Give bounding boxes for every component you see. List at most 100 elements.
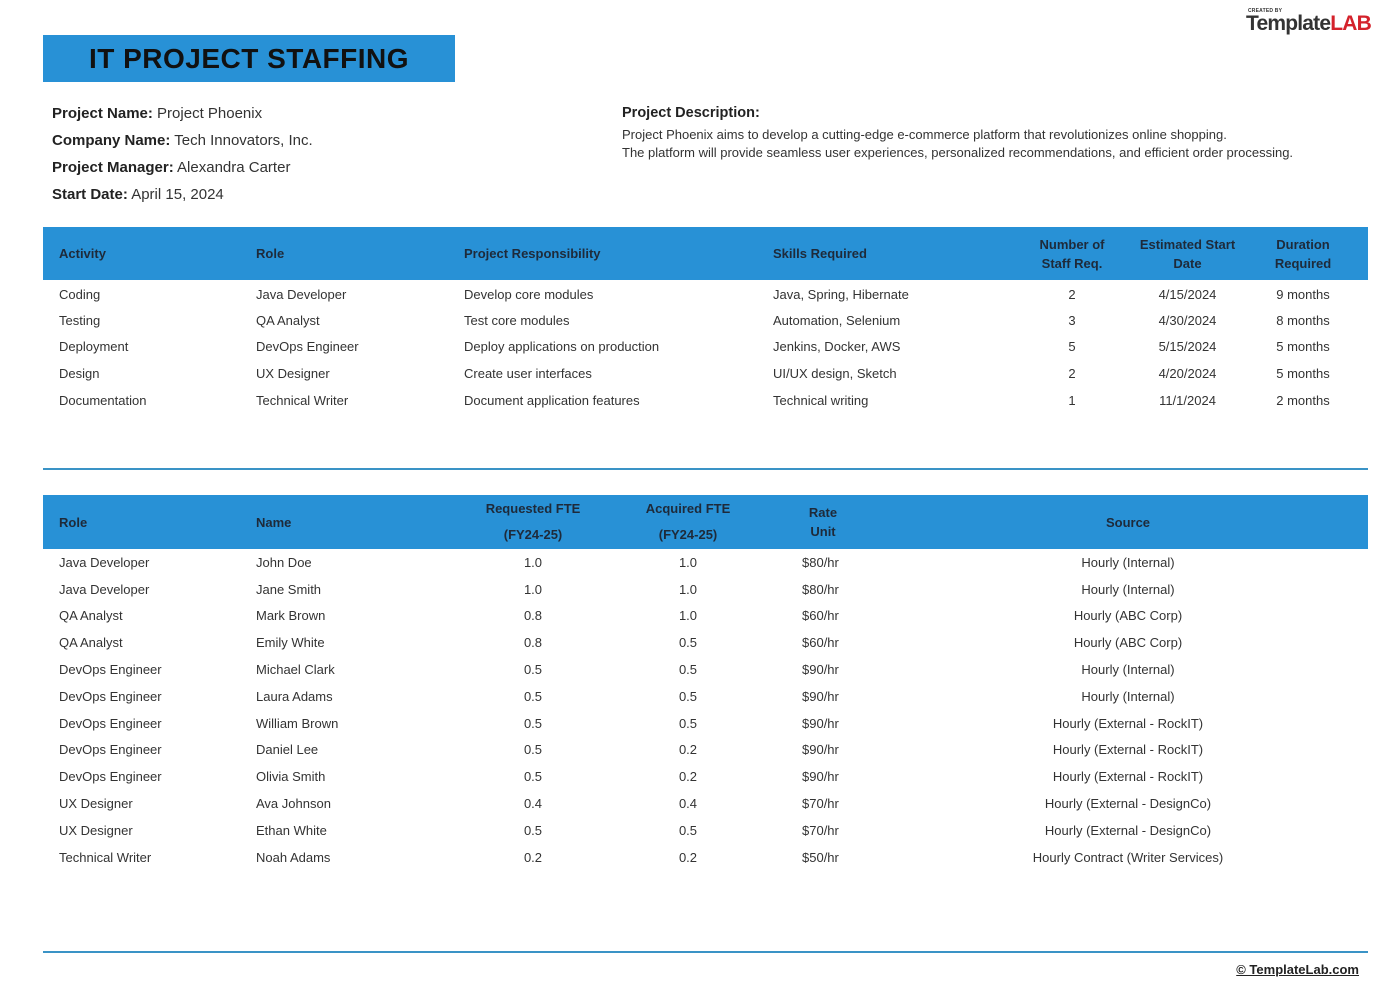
column-header: Skills Required bbox=[773, 246, 867, 261]
responsibility-cell: Create user interfaces bbox=[464, 366, 592, 382]
rate-cell: $90/hr bbox=[802, 662, 839, 678]
source-cell: Hourly (Internal) bbox=[1081, 581, 1175, 597]
activities-table-header: Activity Role Project Responsibility Skills… bbox=[43, 227, 1368, 280]
responsibility-cell: Deploy applications on production bbox=[464, 339, 660, 355]
column-header: Source bbox=[1105, 514, 1151, 530]
responsibility-cell: Document application features bbox=[464, 393, 640, 409]
rate-cell: $90/hr bbox=[802, 742, 839, 758]
table-row: DevOps Engineer William Brown 0.5 0.5 $90/hr… bbox=[43, 710, 1368, 737]
requested-fte-cell: 0.5 bbox=[523, 688, 543, 704]
table-row: Documentation Technical Writer Document ap… bbox=[43, 387, 1368, 414]
skills-cell: Technical writing bbox=[773, 393, 869, 409]
project-info: Project Name: Project Phoenix Company Na… bbox=[52, 104, 313, 212]
staff-count-cell: 2 bbox=[1068, 286, 1076, 302]
requested-fte-cell: 0.8 bbox=[523, 635, 543, 651]
project-name-row: Project Name: Project Phoenix bbox=[52, 105, 263, 122]
role-cell: QA Analyst bbox=[59, 635, 123, 651]
source-cell: Hourly Contract (Writer Services) bbox=[1032, 849, 1224, 865]
acquired-fte-cell: 1.0 bbox=[678, 608, 698, 624]
table-row: QA Analyst Emily White 0.8 0.5 $60/hr Hourly … bbox=[43, 629, 1368, 656]
activities-table: Activity Role Project Responsibility Skills… bbox=[43, 227, 1368, 414]
table-row: Coding Java Developer Develop core modules… bbox=[43, 280, 1368, 307]
source-cell: Hourly (External - DesignCo) bbox=[1044, 822, 1212, 838]
start-date-row: Start Date: April 15, 2024 bbox=[52, 186, 224, 203]
duration-cell: 8 months bbox=[1276, 312, 1330, 328]
rate-cell: $70/hr bbox=[802, 796, 839, 812]
acquired-fte-cell: 0.5 bbox=[678, 715, 698, 731]
acquired-fte-cell: 1.0 bbox=[678, 581, 698, 597]
start-date-cell: 4/30/2024 bbox=[1158, 312, 1217, 328]
role-cell: UX Designer bbox=[59, 796, 133, 812]
activity-cell: Design bbox=[59, 366, 100, 382]
activity-cell: Testing bbox=[59, 312, 101, 328]
skills-cell: Java, Spring, Hibernate bbox=[773, 286, 909, 302]
staff-table: Role Name Requested FTE (FY24-25) Acquired F… bbox=[43, 495, 1368, 871]
project-description-label: Project Description: bbox=[622, 105, 760, 121]
templatelab-copyright-link[interactable]: © TemplateLab.com bbox=[1236, 962, 1359, 977]
acquired-fte-cell: 0.2 bbox=[678, 742, 698, 758]
project-description: Project Description: Project Phoenix aim… bbox=[622, 105, 1362, 162]
name-cell: Mark Brown bbox=[256, 608, 326, 624]
column-header: Activity bbox=[59, 246, 106, 261]
role-cell: QA Analyst bbox=[59, 608, 123, 624]
project-manager-value: Alexandra Carter bbox=[177, 159, 291, 176]
acquired-fte-cell: 0.5 bbox=[678, 662, 698, 678]
source-cell: Hourly (Internal) bbox=[1081, 662, 1175, 678]
page-title: IT PROJECT STAFFING bbox=[88, 42, 410, 74]
name-cell: Noah Adams bbox=[256, 849, 331, 865]
acquired-fte-cell: 0.4 bbox=[678, 796, 698, 812]
source-cell: Hourly (ABC Corp) bbox=[1073, 608, 1183, 624]
column-header: Number of Staff Req. bbox=[1039, 236, 1105, 271]
table-row: Technical Writer Noah Adams 0.2 0.2 $50/hr Ho… bbox=[43, 844, 1368, 871]
staff-table-header: Role Name Requested FTE (FY24-25) Acquired F… bbox=[43, 495, 1368, 549]
requested-fte-cell: 0.5 bbox=[523, 822, 543, 838]
source-cell: Hourly (External - RockIT) bbox=[1052, 769, 1204, 785]
rate-cell: $50/hr bbox=[802, 849, 839, 865]
source-cell: Hourly (Internal) bbox=[1081, 688, 1175, 704]
responsibility-cell: Develop core modules bbox=[464, 286, 594, 302]
staff-count-cell: 2 bbox=[1068, 366, 1076, 382]
name-cell: Olivia Smith bbox=[256, 769, 326, 785]
rate-cell: $90/hr bbox=[802, 715, 839, 731]
source-cell: Hourly (ABC Corp) bbox=[1073, 635, 1183, 651]
source-cell: Hourly (External - DesignCo) bbox=[1044, 796, 1212, 812]
acquired-fte-cell: 0.2 bbox=[678, 849, 698, 865]
rate-cell: $70/hr bbox=[802, 822, 839, 838]
table-row: Design UX Designer Create user interfaces U… bbox=[43, 360, 1368, 387]
staff-count-cell: 5 bbox=[1068, 339, 1076, 355]
acquired-fte-cell: 0.5 bbox=[678, 688, 698, 704]
name-cell: John Doe bbox=[256, 554, 312, 570]
column-header: Acquired FTE (FY24-25) bbox=[645, 501, 731, 542]
project-description-line: The platform will provide seamless user … bbox=[622, 145, 1294, 160]
column-header: Role bbox=[256, 246, 285, 261]
column-header: Name bbox=[256, 514, 292, 530]
column-header: Estimated Start Date bbox=[1139, 236, 1236, 271]
duration-cell: 5 months bbox=[1276, 366, 1330, 382]
acquired-fte-cell: 0.2 bbox=[678, 769, 698, 785]
company-name-value: Tech Innovators, Inc. bbox=[174, 132, 313, 149]
acquired-fte-cell: 0.5 bbox=[678, 635, 698, 651]
activity-cell: Coding bbox=[59, 286, 101, 302]
role-cell: DevOps Engineer bbox=[59, 742, 162, 758]
requested-fte-cell: 0.2 bbox=[523, 849, 543, 865]
requested-fte-cell: 1.0 bbox=[523, 581, 543, 597]
table-row: QA Analyst Mark Brown 0.8 1.0 $60/hr Hourly (… bbox=[43, 603, 1368, 630]
rate-cell: $80/hr bbox=[802, 554, 839, 570]
table-row: DevOps Engineer Olivia Smith 0.5 0.2 $90/hr H… bbox=[43, 763, 1368, 790]
role-cell: DevOps Engineer bbox=[59, 688, 162, 704]
role-cell: Java Developer bbox=[256, 286, 347, 302]
project-manager-row: Project Manager: Alexandra Carter bbox=[52, 159, 291, 176]
source-cell: Hourly (External - RockIT) bbox=[1052, 742, 1204, 758]
acquired-fte-cell: 1.0 bbox=[678, 554, 698, 570]
role-cell: Java Developer bbox=[59, 581, 150, 597]
activity-cell: Documentation bbox=[59, 393, 147, 409]
role-cell: DevOps Engineer bbox=[59, 715, 162, 731]
table-row: UX Designer Ava Johnson 0.4 0.4 $70/hr Hourly… bbox=[43, 790, 1368, 817]
requested-fte-cell: 0.5 bbox=[523, 662, 543, 678]
name-cell: Ava Johnson bbox=[256, 796, 331, 812]
source-cell: Hourly (External - RockIT) bbox=[1052, 715, 1204, 731]
column-header: Requested FTE (FY24-25) bbox=[485, 501, 581, 542]
start-date-cell: 11/1/2024 bbox=[1159, 393, 1216, 409]
skills-cell: UI/UX design, Sketch bbox=[773, 366, 897, 382]
templatelab-logo: CREATED BY TemplateLAB bbox=[1246, 8, 1376, 38]
